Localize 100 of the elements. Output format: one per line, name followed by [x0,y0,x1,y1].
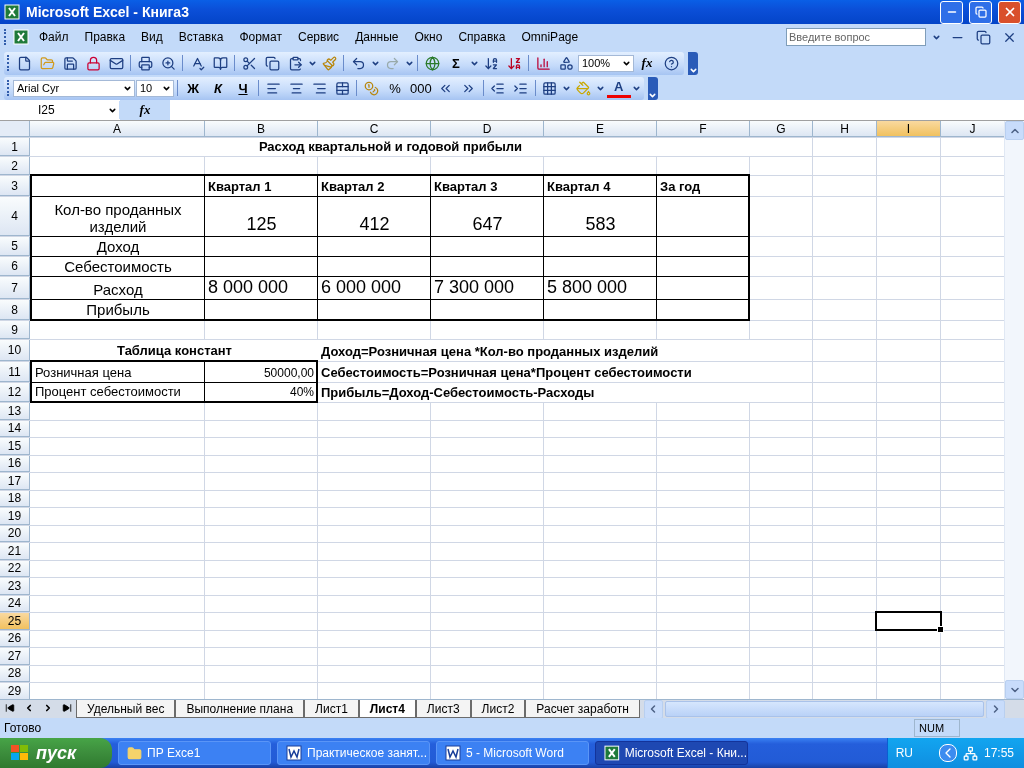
row-header[interactable]: 14 [0,420,30,437]
italic-button[interactable]: К [206,77,230,99]
taskbar-button[interactable]: 5 - Microsoft Word [436,741,589,765]
table-cell: Квартал 1 [205,176,318,197]
menu-item[interactable]: Данные [349,28,405,46]
sheet-tab[interactable]: Лист4 [358,700,416,718]
menu-item[interactable]: Файл [33,28,75,46]
bold-button[interactable]: Ж [181,77,205,99]
row-header[interactable]: 18 [0,490,30,507]
autosum-button[interactable]: Σ [444,52,468,74]
taskbar-button[interactable]: Microsoft Excel - Кни... [595,741,748,765]
column-header[interactable]: J [941,121,1004,137]
row-header[interactable]: 25 [0,613,30,630]
column-header[interactable]: B [205,121,318,137]
row-header[interactable]: 20 [0,525,30,542]
column-header[interactable]: F [657,121,750,137]
row-header[interactable]: 2 [0,157,30,175]
row-header[interactable]: 15 [0,438,30,455]
restore-button[interactable] [969,0,992,24]
menu-item[interactable]: Сервис [292,28,346,46]
row-header[interactable]: 7 [0,277,30,299]
row-header[interactable]: 16 [0,455,30,472]
row-header[interactable]: 9 [0,321,30,339]
menu-item[interactable]: Вид [135,28,169,46]
row-header[interactable]: 22 [0,560,30,577]
minimize-button[interactable] [940,0,963,24]
scroll-down-icon[interactable] [1005,680,1024,699]
network-icon[interactable] [962,745,978,761]
help-search-field[interactable]: Введите вопрос [786,28,926,46]
row-header[interactable]: 17 [0,473,30,490]
column-header[interactable]: E [544,121,657,137]
font-size-dropdown[interactable]: 10 [136,79,174,97]
toolbar-options-icon[interactable] [647,76,658,100]
spreadsheet-icon [604,745,620,761]
table-cell: Прибыль=Доход-Себестоимость-Расходы [318,383,750,402]
scroll-up-icon[interactable] [1005,121,1024,140]
menu-item[interactable]: Вставка [172,28,230,46]
column-header[interactable]: C [318,121,431,137]
row-header[interactable]: 19 [0,508,30,525]
row-header[interactable]: 1 [0,138,30,156]
row-header[interactable]: 8 [0,300,30,320]
table-cell: 412 [318,197,431,237]
row-header[interactable]: 29 [0,683,30,699]
sheet-tab[interactable]: Лист3 [415,700,471,718]
row-header[interactable]: 24 [0,595,30,612]
thousands-button[interactable]: 000 [408,77,434,99]
table-cell: Себестоимость [30,257,205,277]
row-header[interactable]: 3 [0,176,30,196]
row-header[interactable]: 26 [0,630,30,647]
row-header[interactable]: 6 [0,257,30,276]
restore-icon [974,6,987,18]
close-button[interactable] [998,0,1021,24]
column-header[interactable]: D [431,121,544,137]
zoom-dropdown[interactable]: 100% [578,54,634,72]
windows-flag-icon [10,744,30,762]
column-header[interactable]: I [877,121,941,137]
column-header[interactable]: A [30,121,205,137]
show-hidden-icons-icon[interactable] [938,744,957,762]
menu-item[interactable]: Окно [408,28,449,46]
excel-icon [4,4,20,20]
table-cell: 125 [205,197,318,237]
row-header[interactable]: 10 [0,340,30,361]
row-header[interactable]: 12 [0,383,30,402]
row-header[interactable]: 27 [0,648,30,665]
table-cell: 647 [431,197,544,237]
sheet-tab[interactable]: Лист2 [470,700,526,718]
font-dropdown[interactable]: Arial Cyr [13,79,135,97]
menu-item[interactable]: Правка [78,28,132,46]
num-lock-indicator: NUM [914,719,960,737]
function-button[interactable]: fx [635,52,659,74]
percent-button[interactable]: % [383,77,407,99]
sheet-tab[interactable]: Выполнение плана [175,700,305,718]
row-header[interactable]: 4 [0,197,30,236]
toolbar-options-icon[interactable] [688,51,698,75]
start-button[interactable]: пуск [0,738,112,768]
menu-item[interactable]: Справка [452,28,512,46]
sheet-tab[interactable]: Лист1 [304,700,359,718]
row-header[interactable]: 23 [0,578,30,595]
row-header[interactable]: 21 [0,543,30,560]
row-header[interactable]: 11 [0,362,30,382]
table-cell: Квартал 2 [318,176,431,197]
menu-item[interactable]: Формат [233,28,289,46]
column-header[interactable]: H [813,121,877,137]
table-cell: Расход [30,277,205,300]
sheet-tab[interactable]: Удельный вес [76,700,176,718]
menu-item[interactable]: OmniPage [515,28,585,46]
sheet-tab[interactable]: Расчет заработн [525,700,640,718]
scroll-left-icon[interactable] [643,699,663,719]
clock: 17:55 [983,746,1014,760]
taskbar-button[interactable]: Практическое занят... [277,741,430,765]
underline-button[interactable]: Ч [231,77,255,99]
column-header[interactable]: G [750,121,813,137]
row-header[interactable]: 5 [0,237,30,256]
folder-icon [127,745,142,761]
row-header[interactable]: 13 [0,403,30,420]
scroll-right-icon[interactable] [986,699,1005,719]
scrollbar-thumb[interactable] [664,701,984,717]
table-cell: Доход [30,237,205,257]
taskbar-button[interactable]: ПР Exce1 [118,741,271,765]
row-header[interactable]: 28 [0,665,30,682]
